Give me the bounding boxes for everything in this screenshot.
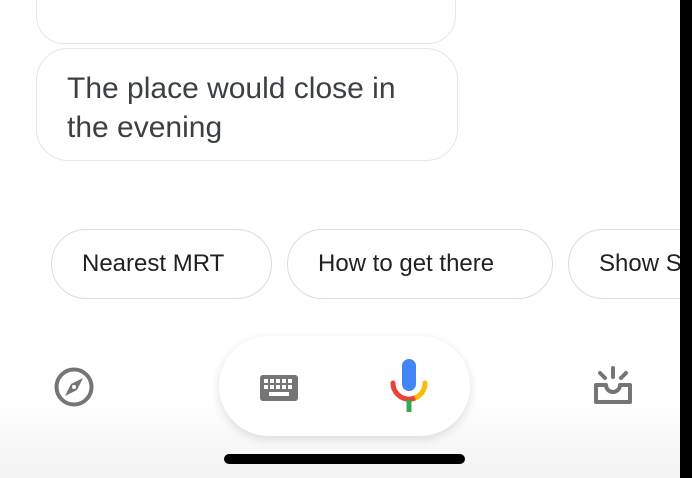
suggestion-chip-label: Show S xyxy=(599,250,680,277)
suggestion-chip-show[interactable]: Show S xyxy=(568,229,680,299)
assistant-screen: The place would close in the evening Nea… xyxy=(0,0,680,478)
suggestion-chip-label: Nearest MRT xyxy=(82,250,225,277)
home-indicator[interactable] xyxy=(224,454,465,464)
assistant-reply-text: The place would close in the evening xyxy=(67,72,396,144)
assistant-reply-bubble: The place would close in the evening xyxy=(36,48,458,161)
keyboard-icon[interactable] xyxy=(259,374,299,402)
compass-icon[interactable] xyxy=(52,365,96,409)
suggestion-chip-how-to-get-there[interactable]: How to get there xyxy=(287,229,553,299)
previous-message-bubble xyxy=(36,0,456,44)
updates-tray-icon[interactable] xyxy=(592,366,634,406)
suggestion-chip-label: How to get there xyxy=(318,250,495,277)
voice-input-pill xyxy=(219,336,470,436)
microphone-icon[interactable] xyxy=(389,359,429,413)
suggestion-chip-nearest-mrt[interactable]: Nearest MRT xyxy=(51,229,272,299)
